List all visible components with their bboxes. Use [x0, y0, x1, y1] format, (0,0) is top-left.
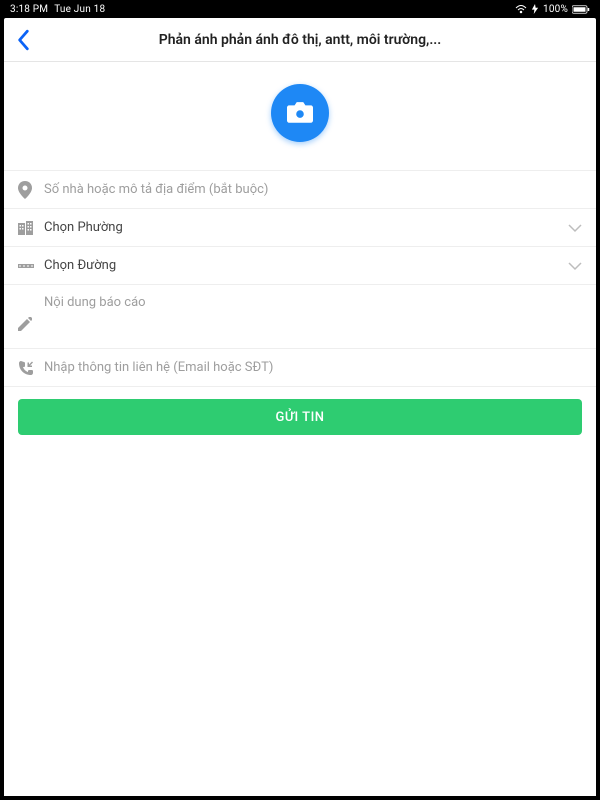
- content-textarea[interactable]: [40, 295, 582, 348]
- ward-row[interactable]: Chọn Phường: [4, 209, 596, 247]
- status-battery: 100%: [543, 4, 568, 15]
- chevron-left-icon: [17, 29, 31, 51]
- contact-row: [4, 349, 596, 387]
- content-row: [4, 285, 596, 349]
- building-icon: [18, 221, 40, 235]
- road-icon: [18, 261, 40, 271]
- address-input[interactable]: [40, 182, 582, 197]
- pencil-icon: [18, 299, 40, 348]
- page-title: Phản ánh phản ánh đô thị, antt, môi trườ…: [4, 32, 596, 48]
- street-row[interactable]: Chọn Đường: [4, 247, 596, 285]
- ward-label: Chọn Phường: [40, 220, 568, 235]
- app-content: Phản ánh phản ánh đô thị, antt, môi trườ…: [4, 18, 596, 796]
- back-button[interactable]: [4, 18, 44, 62]
- battery-icon: [572, 5, 590, 14]
- chevron-down-icon: [568, 223, 582, 233]
- street-label: Chọn Đường: [40, 258, 568, 273]
- status-right: 100%: [515, 4, 590, 15]
- camera-button[interactable]: [271, 84, 329, 142]
- submit-label: GỬI TIN: [276, 410, 325, 425]
- submit-button[interactable]: GỬI TIN: [18, 399, 582, 435]
- status-time: 3:18 PM: [10, 4, 48, 15]
- status-date: Tue Jun 18: [54, 4, 105, 15]
- status-bar: 3:18 PM Tue Jun 18 100%: [0, 0, 600, 18]
- address-row: [4, 171, 596, 209]
- nav-bar: Phản ánh phản ánh đô thị, antt, môi trườ…: [4, 18, 596, 62]
- device-frame: 3:18 PM Tue Jun 18 100%: [0, 0, 600, 800]
- pin-icon: [18, 181, 40, 199]
- status-left: 3:18 PM Tue Jun 18: [10, 4, 105, 15]
- wifi-icon: [515, 4, 527, 14]
- contact-input[interactable]: [40, 360, 582, 375]
- camera-section: [4, 62, 596, 171]
- camera-icon: [287, 102, 313, 124]
- chevron-down-icon: [568, 261, 582, 271]
- charging-icon: [531, 4, 539, 14]
- phone-callback-icon: [18, 360, 40, 376]
